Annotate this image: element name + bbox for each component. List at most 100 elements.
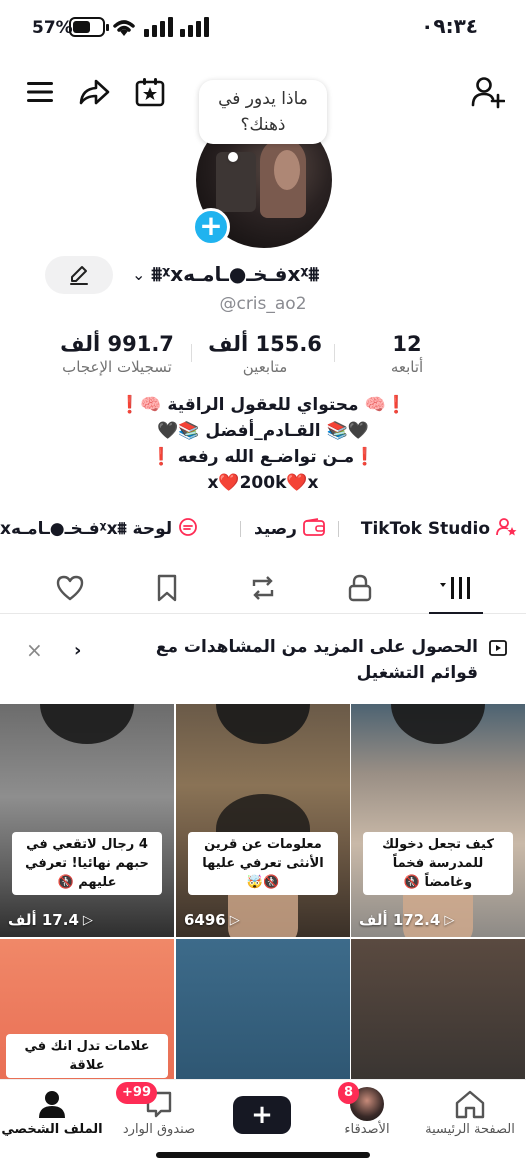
hamburger-icon (27, 82, 53, 102)
video-thumbnail[interactable]: معلومات عن قرين الأنثى تعرفي عليها 🚷🤯 ▷ 6… (176, 704, 350, 937)
following-stat[interactable]: 12 أتابعه (362, 332, 452, 376)
active-tab-indicator (429, 612, 483, 614)
video-grid: كيف تجعل دخولك للمدرسة فخماً وغامضاً 🚷 ▷… (0, 704, 526, 1079)
nav-friends[interactable]: الأصدقاء (312, 1086, 422, 1137)
board-label: لوحة ⩩ᵡ𝘅فـخـ●ـامـه𝘅 (0, 519, 173, 539)
menu-button[interactable] (20, 72, 60, 112)
add-user-icon (471, 77, 505, 109)
plus-icon: + (251, 1100, 273, 1130)
friends-badge: 8 (338, 1082, 360, 1104)
thought-bubble[interactable]: ماذا يدور في ذهنك؟ (199, 80, 327, 144)
share-icon (79, 79, 110, 105)
nav-home-label: الصفحة الرئيسية (425, 1122, 515, 1137)
tab-videos[interactable] (431, 568, 481, 608)
play-icon: ▷ (82, 912, 93, 928)
link-divider (240, 521, 241, 537)
video-thumbnail[interactable] (351, 939, 525, 1079)
wallet-icon (303, 517, 325, 541)
username-handle: @cris_ao2 (219, 294, 307, 314)
profile-icon (39, 1091, 65, 1118)
nav-home[interactable]: الصفحة الرئيسية (418, 1086, 522, 1137)
add-photo-button[interactable]: + (192, 208, 230, 246)
followers-stat[interactable]: 155.6 ألف متابعين (205, 332, 325, 376)
tab-liked[interactable] (45, 568, 95, 608)
video-caption: 4 رجال لاتقعي في حبهم نهائيا! تعرفي عليه… (12, 832, 162, 895)
home-icon (455, 1090, 485, 1119)
balance-label: رصيد (254, 519, 297, 539)
status-bar: 57% ٠٩:٣٤ (0, 0, 526, 58)
board-icon (178, 517, 198, 542)
likes-label: تسجيلات الإعجاب (62, 358, 172, 376)
calendar-star-icon (135, 78, 165, 107)
play-icon: ▷ (444, 912, 455, 928)
thought-bubble-tail (228, 152, 238, 162)
playlist-banner[interactable]: الحصول على المزيد من المشاهدات مع قوائم … (0, 624, 526, 696)
nav-profile-label: الملف الشخصي (1, 1122, 103, 1137)
video-thumbnail[interactable]: كيف تجعل دخولك للمدرسة فخماً وغامضاً 🚷 ▷… (351, 704, 525, 937)
battery-percent: 57% (32, 18, 73, 38)
profile-stats: 991.7 ألف تسجيلات الإعجاب 155.6 ألف متاب… (0, 332, 526, 382)
signal-icon (144, 16, 210, 42)
following-label: أتابعه (390, 358, 424, 376)
nav-friends-label: الأصدقاء (344, 1122, 390, 1137)
video-thumbnail[interactable] (176, 939, 350, 1079)
likes-stat[interactable]: 991.7 ألف تسجيلات الإعجاب (52, 332, 182, 376)
pencil-icon (70, 266, 88, 285)
heart-icon (56, 575, 84, 601)
tab-reposts[interactable] (238, 568, 288, 608)
video-caption: علامات تدل انك في علاقة (6, 1034, 168, 1078)
close-icon[interactable]: × (26, 638, 43, 662)
bookmark-icon (157, 574, 177, 602)
tiktok-studio-label: TikTok Studio (360, 519, 490, 539)
grid-videos-icon (440, 577, 470, 599)
creator-star-icon (496, 517, 518, 542)
video-thumbnail[interactable]: علامات تدل انك في علاقة (0, 939, 174, 1079)
account-switcher[interactable]: ⌄ ⩩ᵡ𝘅فـخـ●ـامـه𝘅ᵡ⩩ (132, 258, 319, 290)
repost-icon (252, 576, 274, 600)
bio-line: 🖤📚 القـادم_أفضل 📚🖤 (157, 421, 369, 441)
clock: ٠٩:٣٤ (421, 14, 478, 38)
display-name: ⩩ᵡ𝘅فـخـ●ـامـه𝘅ᵡ⩩ (151, 262, 320, 286)
home-indicator (156, 1152, 370, 1158)
balance-link[interactable]: رصيد (254, 512, 325, 546)
share-button[interactable] (74, 72, 114, 112)
nav-profile[interactable]: الملف الشخصي (0, 1086, 104, 1137)
lock-icon (348, 574, 372, 602)
bio-line: 𝘅❤️200k❤️𝘅 (207, 473, 319, 493)
link-divider (338, 521, 339, 537)
likes-count: 991.7 ألف (60, 332, 174, 356)
tiktok-studio-link[interactable]: TikTok Studio (361, 512, 518, 546)
create-button[interactable]: + (229, 1096, 295, 1134)
inbox-badge: +99 (116, 1082, 157, 1104)
view-count: ▷ 172.4 ألف (359, 911, 455, 929)
bio-line: ❗مـن تواضـع الله رفعه ❗ (150, 447, 376, 467)
video-caption: معلومات عن قرين الأنثى تعرفي عليها 🚷🤯 (188, 832, 338, 895)
chevron-down-icon: ⌄ (132, 264, 146, 284)
board-link[interactable]: لوحة ⩩ᵡ𝘅فـخـ●ـامـه𝘅 (0, 512, 198, 546)
profile-bio: ❗🧠 محتواي للعقول الراقية 🧠❗ 🖤📚 القـادم_أ… (0, 392, 526, 496)
bio-line: ❗🧠 محتواي للعقول الراقية 🧠❗ (119, 395, 407, 415)
chevron-right-icon[interactable]: › (74, 640, 81, 661)
playlist-icon (488, 638, 508, 662)
profile-content-tabs (0, 560, 526, 614)
followers-count: 155.6 ألف (208, 332, 322, 356)
following-count: 12 (392, 332, 422, 356)
view-count: ▷ 17.4 ألف (8, 911, 93, 929)
battery-icon (69, 17, 109, 37)
edit-profile-button[interactable] (45, 256, 113, 294)
followers-label: متابعين (242, 358, 288, 376)
tab-private[interactable] (335, 568, 385, 608)
nav-inbox-label: صندوق الوارد (122, 1122, 196, 1137)
play-icon: ▷ (229, 912, 240, 928)
video-thumbnail[interactable]: 4 رجال لاتقعي في حبهم نهائيا! تعرفي عليه… (0, 704, 174, 937)
banner-text: الحصول على المزيد من المشاهدات مع قوائم … (155, 637, 478, 683)
nav-create[interactable]: + (212, 1086, 312, 1134)
tab-favorites[interactable] (142, 568, 192, 608)
video-caption: كيف تجعل دخولك للمدرسة فخماً وغامضاً 🚷 (363, 832, 513, 895)
view-count: ▷ 6496 (184, 911, 240, 929)
profile-links-row: TikTok Studio رصيد لوحة ⩩ᵡ𝘅فـخـ●ـامـه𝘅 (0, 512, 526, 546)
stat-divider (191, 344, 192, 362)
add-friend-button[interactable] (468, 72, 508, 112)
events-button[interactable] (130, 72, 170, 112)
stat-divider (334, 344, 335, 362)
